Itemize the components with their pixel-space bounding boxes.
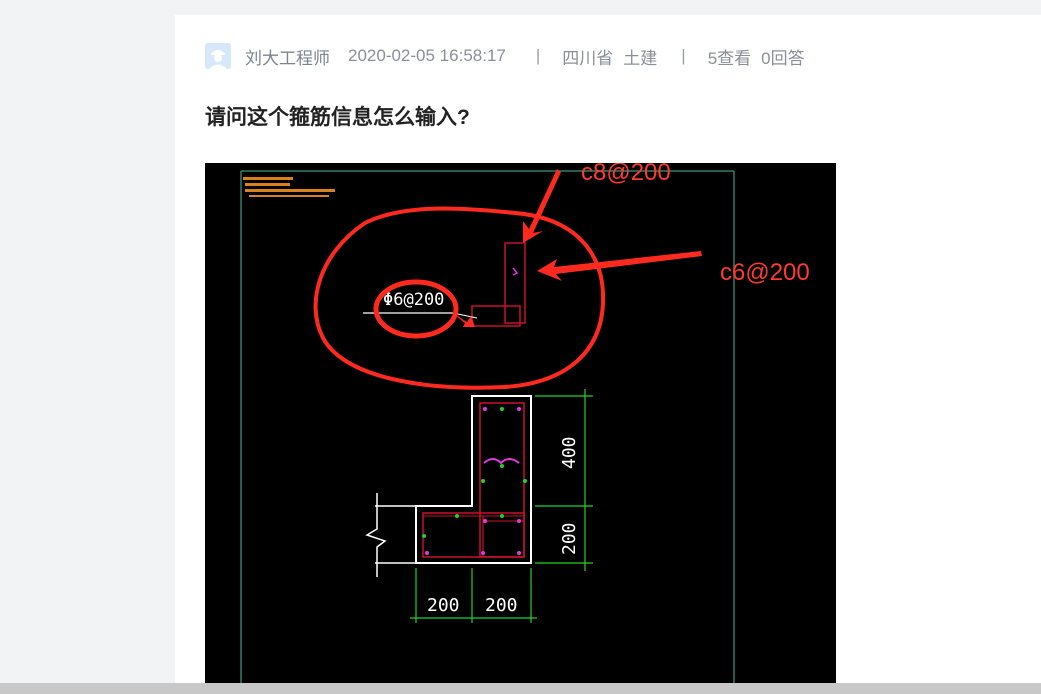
cad-note-smudge <box>243 177 335 197</box>
avatar[interactable] <box>205 43 231 69</box>
answer-count: 0回答 <box>761 48 805 68</box>
meta-separator: | <box>535 46 541 65</box>
post-category: 土建 <box>623 48 658 68</box>
question-card: 刘大工程师 2020-02-05 16:58:17 | 四川省 土建 | 5查看… <box>175 15 1041 694</box>
annotation-arrows <box>450 169 702 327</box>
author-name[interactable]: 刘大工程师 <box>245 44 330 69</box>
post-meta: 刘大工程师 2020-02-05 16:58:17 | 四川省 土建 | 5查看… <box>205 42 805 70</box>
stirrup-label: Φ6@200 <box>383 290 444 310</box>
cad-drawing: Φ6@200 400 200 200 200 c8@200 <box>240 163 735 694</box>
meta-separator: | <box>681 46 686 65</box>
dimension-200-vertical: 200 <box>559 522 580 555</box>
question-title: 请问这个箍筋信息怎么输入? <box>205 106 470 129</box>
engineer-avatar-icon <box>205 43 231 69</box>
column-section <box>365 395 532 577</box>
question-image[interactable]: Φ6@200 400 200 200 200 c8@200 <box>205 163 836 694</box>
annotation-c6-wrapper: c6@200 <box>720 259 810 286</box>
dimension-200-left: 200 <box>427 595 460 616</box>
dimension-200-right: 200 <box>485 595 518 616</box>
post-region: 四川省 <box>562 48 614 68</box>
post-time: 2020-02-05 16:58:17 <box>348 46 506 65</box>
annotation-c8: c8@200 <box>581 163 671 186</box>
dimension-400: 400 <box>559 436 580 469</box>
horizontal-scrollbar[interactable] <box>0 683 1041 694</box>
red-freehand-circle <box>313 206 606 390</box>
view-count: 5查看 <box>707 48 752 68</box>
annotation-c6: c6@200 <box>720 259 810 286</box>
